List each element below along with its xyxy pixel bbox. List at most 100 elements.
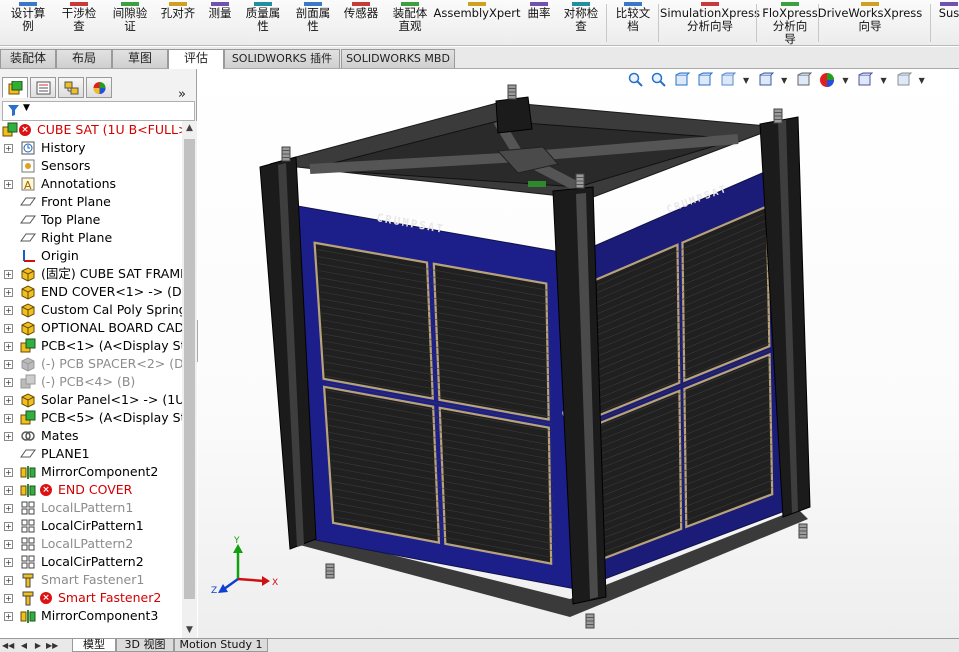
edit-appearance-icon[interactable] bbox=[819, 72, 835, 88]
tree-node[interactable]: Origin bbox=[0, 247, 182, 265]
chevron-down-icon[interactable]: ▼ bbox=[919, 76, 925, 85]
view-orientation-icon[interactable] bbox=[720, 72, 737, 88]
expand-toggle[interactable]: + bbox=[4, 306, 13, 315]
prev-tab-arrow[interactable]: ◀ bbox=[18, 639, 30, 652]
scroll-down-arrow[interactable]: ▼ bbox=[182, 623, 197, 638]
expand-toggle[interactable]: + bbox=[4, 504, 13, 513]
next-tab-arrow[interactable]: ▶ bbox=[32, 639, 44, 652]
tree-node[interactable]: + × END COVER bbox=[0, 481, 182, 499]
zoom-to-area-icon[interactable] bbox=[651, 72, 667, 88]
featuremanager-tab[interactable] bbox=[2, 77, 28, 98]
previous-view-icon[interactable] bbox=[674, 72, 691, 88]
ribbon-button-measure[interactable]: 测量 bbox=[202, 0, 238, 46]
expand-toggle[interactable]: + bbox=[4, 522, 13, 531]
ribbon-button-sustainability[interactable]: Sus bbox=[934, 0, 959, 46]
tab-1[interactable]: 装配体 bbox=[0, 49, 56, 68]
ribbon-button-symmetry-check[interactable]: 对称检 查 bbox=[558, 0, 604, 46]
ribbon-button-curvature[interactable]: 曲率 bbox=[522, 0, 556, 46]
tree-node[interactable]: + (-) PCB<4> (B) bbox=[0, 373, 182, 391]
tree-scrollbar[interactable]: ▲ ▼ bbox=[182, 121, 197, 638]
expand-toggle[interactable]: + bbox=[4, 378, 13, 387]
chevron-down-icon[interactable]: ▼ bbox=[842, 76, 848, 85]
scroll-up-arrow[interactable]: ▲ bbox=[182, 121, 197, 136]
cubesat-model[interactable]: CRUMPSATCRUMPSATCRUMPSATXYZ bbox=[198, 69, 959, 638]
tree-node[interactable]: + LocalCirPattern2 bbox=[0, 553, 182, 571]
apply-scene-icon[interactable] bbox=[857, 72, 874, 88]
expand-toggle[interactable]: + bbox=[4, 558, 13, 567]
tree-node[interactable]: Front Plane bbox=[0, 193, 182, 211]
ribbon-button-simulationxpress[interactable]: SimulationXpress 分析向导 bbox=[660, 0, 760, 46]
view-settings-icon[interactable] bbox=[896, 72, 912, 88]
expand-toggle[interactable]: + bbox=[4, 594, 13, 603]
tree-node[interactable]: + LocalLPattern2 bbox=[0, 535, 182, 553]
expand-toggle[interactable]: + bbox=[4, 396, 13, 405]
tree-node[interactable]: × CUBE SAT (1U B<FULL> bbox=[0, 121, 182, 139]
display-style-icon[interactable] bbox=[758, 72, 775, 88]
tab-6[interactable]: SOLIDWORKS MBD bbox=[341, 49, 455, 68]
expand-toggle[interactable]: + bbox=[4, 414, 13, 423]
tree-node[interactable]: + History bbox=[0, 139, 182, 157]
ribbon-button-floxpress[interactable]: FloXpress 分析向 导 bbox=[760, 0, 820, 46]
ribbon-button-hole-alignment[interactable]: 孔对齐 bbox=[156, 0, 200, 46]
tree-node[interactable]: + Mates bbox=[0, 427, 182, 445]
tree-node[interactable]: + LocalLPattern1 bbox=[0, 499, 182, 517]
hide-show-items-icon[interactable] bbox=[796, 72, 813, 88]
ribbon-button-mass-properties[interactable]: 质量属 性 bbox=[240, 0, 286, 46]
expand-toggle[interactable]: + bbox=[4, 486, 13, 495]
tree-node[interactable]: + END COVER<1> -> (De bbox=[0, 283, 182, 301]
tree-node[interactable]: + Solar Panel<1> -> (1U< bbox=[0, 391, 182, 409]
expand-toggle[interactable]: + bbox=[4, 576, 13, 585]
tree-node[interactable]: Right Plane bbox=[0, 229, 182, 247]
ribbon-button-sensor[interactable]: 传感器 bbox=[338, 0, 384, 46]
tree-node[interactable]: + Custom Cal Poly Spring bbox=[0, 301, 182, 319]
bottom-tab-3[interactable]: Motion Study 1 bbox=[174, 639, 268, 652]
tree-node[interactable]: + (固定) CUBE SAT FRAME bbox=[0, 265, 182, 283]
tree-node[interactable]: + MirrorComponent3 bbox=[0, 607, 182, 625]
ribbon-button-section-properties[interactable]: 剖面属 性 bbox=[290, 0, 336, 46]
tree-node[interactable]: + OPTIONAL BOARD CAD bbox=[0, 319, 182, 337]
tree-node[interactable]: Sensors bbox=[0, 157, 182, 175]
chevron-down-icon[interactable]: ▼ bbox=[781, 76, 787, 85]
tab-4[interactable]: 评估 bbox=[168, 49, 224, 69]
last-tab-arrow[interactable]: ▶▶ bbox=[46, 639, 58, 652]
bottom-tab-1[interactable]: 模型 bbox=[72, 639, 116, 652]
expand-toggle[interactable]: + bbox=[4, 180, 13, 189]
collapse-pane-button[interactable]: » bbox=[178, 87, 186, 102]
zoom-to-fit-icon[interactable] bbox=[628, 72, 644, 88]
expand-toggle[interactable]: + bbox=[4, 540, 13, 549]
ribbon-button-compare-documents[interactable]: 比较文 档 bbox=[610, 0, 656, 46]
ribbon-button-driveworksxpress[interactable]: DriveWorksXpress 向导 bbox=[818, 0, 922, 46]
ribbon-button-clearance-verify[interactable]: 间隙验 证 bbox=[104, 0, 156, 46]
tree-node[interactable]: + LocalCirPattern1 bbox=[0, 517, 182, 535]
tab-5[interactable]: SOLIDWORKS 插件 bbox=[224, 49, 340, 68]
ribbon-button-design-study[interactable]: 设计算 例 bbox=[4, 0, 52, 46]
tree-node[interactable]: + Smart Fastener1 bbox=[0, 571, 182, 589]
expand-toggle[interactable]: + bbox=[4, 270, 13, 279]
tree-node[interactable]: PLANE1 bbox=[0, 445, 182, 463]
expand-toggle[interactable]: + bbox=[4, 324, 13, 333]
expand-toggle[interactable]: + bbox=[4, 612, 13, 621]
tab-2[interactable]: 布局 bbox=[56, 49, 112, 68]
tree-node[interactable]: + (-) PCB SPACER<2> (De bbox=[0, 355, 182, 373]
tree-node[interactable]: + MirrorComponent2 bbox=[0, 463, 182, 481]
section-view-icon[interactable] bbox=[697, 72, 714, 88]
chevron-down-icon[interactable]: ▼ bbox=[743, 76, 749, 85]
tree-filter-bar[interactable]: ▼ bbox=[2, 101, 195, 121]
tree-node[interactable]: + PCB<5> (A<Display Stat bbox=[0, 409, 182, 427]
expand-toggle[interactable]: + bbox=[4, 144, 13, 153]
tree-node[interactable]: + × Smart Fastener2 bbox=[0, 589, 182, 607]
tree-node[interactable]: Top Plane bbox=[0, 211, 182, 229]
expand-toggle[interactable]: + bbox=[4, 468, 13, 477]
tree-node[interactable]: + A Annotations bbox=[0, 175, 182, 193]
propertymanager-tab[interactable] bbox=[30, 77, 56, 98]
ribbon-button-assemblyxpert[interactable]: AssemblyXpert bbox=[434, 0, 520, 46]
expand-toggle[interactable]: + bbox=[4, 342, 13, 351]
view-triad[interactable]: X Y Z bbox=[211, 536, 278, 596]
ribbon-button-interference-check[interactable]: 干涉检 查 bbox=[56, 0, 102, 46]
bottom-tab-2[interactable]: 3D 视图 bbox=[116, 639, 174, 652]
displaymanager-tab[interactable] bbox=[86, 77, 112, 98]
ribbon-button-assembly-visualization[interactable]: 装配体 直观 bbox=[386, 0, 434, 46]
tab-3[interactable]: 草图 bbox=[112, 49, 168, 68]
first-tab-arrow[interactable]: ◀◀ bbox=[2, 639, 14, 652]
chevron-down-icon[interactable]: ▼ bbox=[880, 76, 886, 85]
